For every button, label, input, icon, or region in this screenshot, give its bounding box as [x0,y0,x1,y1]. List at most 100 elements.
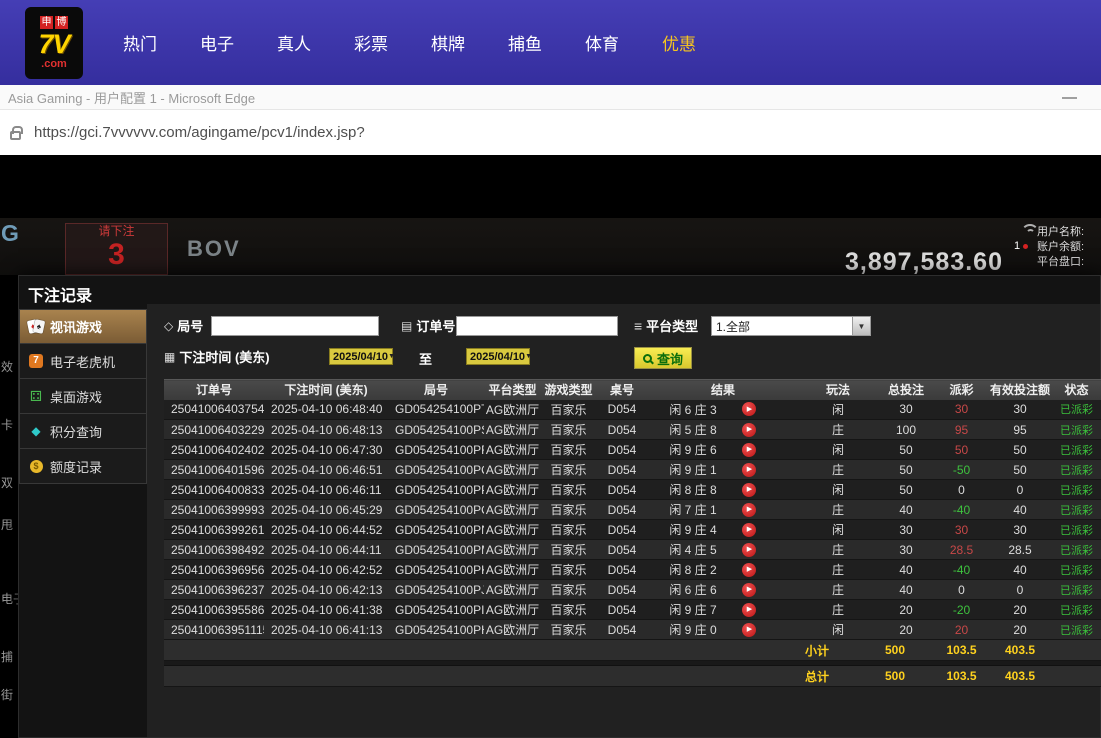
minimize-button[interactable]: — [1062,89,1077,106]
site-logo[interactable]: 申 博 7V .com [25,7,83,79]
replay-button[interactable]: ▶ [742,483,756,497]
result-text: 闲 9 庄 7 [669,603,716,617]
cell-play-type: 庄 [798,420,878,440]
replay-button[interactable]: ▶ [742,543,756,557]
cell-platform-type: AG欧洲厅 [484,600,541,620]
bet-record-row: 2504100640375492025-04-10 06:48:40GD0542… [164,400,1101,420]
play-icon: ▶ [747,446,752,453]
sidebar-item-label: 额度记录 [50,457,102,476]
cell-bet-time: 2025-04-10 06:42:52 [264,560,388,580]
subtotal-row: 小计 500 103.5 403.5 [164,640,1101,661]
result-text: 闲 4 庄 5 [669,543,716,557]
cell-round-no: GD054254100PQ [388,460,484,480]
replay-button[interactable]: ▶ [742,563,756,577]
platform-type-select[interactable]: 1.全部 [711,316,871,336]
coin-icon [26,460,46,473]
cell-play-type: 闲 [798,440,878,460]
logo-text: 7V [38,30,69,58]
chevron-down-icon [388,353,395,360]
order-no-input[interactable] [456,316,618,336]
cell-round-no: GD054254100PN [388,520,484,540]
total-payout: 103.5 [934,666,989,687]
cell-result: 闲 6 庄 3▶ [648,400,798,420]
result-text: 闲 9 庄 6 [669,443,716,457]
cell-bet-time: 2025-04-10 06:46:51 [264,460,388,480]
cell-table-no: D054 [596,480,648,500]
cell-play-type: 庄 [798,600,878,620]
countdown-number: 3 [66,239,167,271]
cell-total-bet: 50 [878,440,934,460]
platform-type-label: 平台类型 [634,316,698,335]
cell-round-no: GD054254100PS [388,420,484,440]
top-navigation: 申 博 7V .com 热门 电子 真人 彩票 棋牌 捕鱼 体育 优惠 [0,0,1101,85]
result-text: 闲 7 庄 1 [669,503,716,517]
cell-game-type: 百家乐 [541,580,596,600]
replay-button[interactable]: ▶ [742,623,756,637]
column-header: 玩法 [798,380,878,400]
cell-platform-type: AG欧洲厅 [484,520,541,540]
magnifier-icon [643,354,652,363]
nav-item-electronic[interactable]: 电子 [200,30,234,55]
cell-status: 已派彩 [1051,560,1101,580]
replay-button[interactable]: ▶ [742,523,756,537]
sidebar-item-credit-records[interactable]: 额度记录 [19,449,147,484]
cell-valid-bet: 0 [989,580,1051,600]
sidebar-item-table-games[interactable]: 桌面游戏 [19,379,147,414]
background-fragment: 卡 [1,416,18,433]
cell-result: 闲 8 庄 8▶ [648,480,798,500]
chevron-down-icon[interactable] [852,317,870,335]
sidebar-item-video-games[interactable]: 视讯游戏 [19,309,147,344]
play-icon: ▶ [747,606,752,613]
cell-status: 已派彩 [1051,580,1101,600]
round-no-input[interactable] [211,316,379,336]
cell-game-type: 百家乐 [541,620,596,640]
play-icon: ▶ [747,626,752,633]
column-header: 平台类型 [484,380,541,400]
cell-result: 闲 9 庄 6 ▶ [648,440,798,460]
replay-button[interactable]: ▶ [742,583,756,597]
cell-order-no: 250410063955862 [164,600,264,620]
cell-total-bet: 40 [878,560,934,580]
cell-total-bet: 40 [878,500,934,520]
date-from-picker[interactable]: 2025/04/10 [329,348,393,365]
cell-platform-type: AG欧洲厅 [484,540,541,560]
nav-item-lottery[interactable]: 彩票 [354,30,388,55]
nav-item-promotions[interactable]: 优惠 [662,30,696,55]
replay-button[interactable]: ▶ [742,603,756,617]
date-to-picker[interactable]: 2025/04/10 [466,348,530,365]
cell-bet-time: 2025-04-10 06:47:30 [264,440,388,460]
cell-payout: 28.5 [934,540,989,560]
cell-game-type: 百家乐 [541,560,596,580]
bet-record-row: 2504100640083302025-04-10 06:46:11GD0542… [164,480,1101,500]
cell-result: 闲 6 庄 6▶ [648,580,798,600]
background-fragment: 电子 [1,590,18,607]
replay-button[interactable]: ▶ [742,423,756,437]
sidebar-item-slots[interactable]: 电子老虎机 [19,344,147,379]
cell-payout: -40 [934,560,989,580]
nav-item-chess[interactable]: 棋牌 [431,30,465,55]
cell-total-bet: 30 [878,540,934,560]
search-button[interactable]: 查询 [634,347,692,369]
replay-button[interactable]: ▶ [742,443,756,457]
nav-item-hot[interactable]: 热门 [123,30,157,55]
replay-button[interactable]: ▶ [742,402,756,416]
nav-item-sports[interactable]: 体育 [585,30,619,55]
replay-button[interactable]: ▶ [742,503,756,517]
background-fragment: 街 [1,686,18,703]
nav-item-live[interactable]: 真人 [277,30,311,55]
url-text[interactable]: https://gci.7vvvvvv.com/agingame/pcv1/in… [34,124,365,141]
nav-item-fishing[interactable]: 捕鱼 [508,30,542,55]
replay-button[interactable]: ▶ [742,463,756,477]
play-icon: ▶ [747,586,752,593]
cell-platform-type: AG欧洲厅 [484,440,541,460]
cell-order-no: 250410064032298 [164,420,264,440]
sidebar-item-label: 视讯游戏 [50,317,102,336]
column-header: 游戏类型 [541,380,596,400]
game-background: G 请下注 3 BOV 3,897,583.60 1 用户名称: 账户余额: 平… [0,218,1101,275]
cell-table-no: D054 [596,560,648,580]
sidebar-item-label: 积分查询 [50,422,102,441]
play-icon: ▶ [747,406,752,413]
bet-records-panel: 下注记录 视讯游戏 电子老虎机 桌面游戏 积分查询 额度记录 局号 [18,275,1101,738]
address-bar[interactable]: https://gci.7vvvvvv.com/agingame/pcv1/in… [0,110,1101,155]
sidebar-item-points-query[interactable]: 积分查询 [19,414,147,449]
